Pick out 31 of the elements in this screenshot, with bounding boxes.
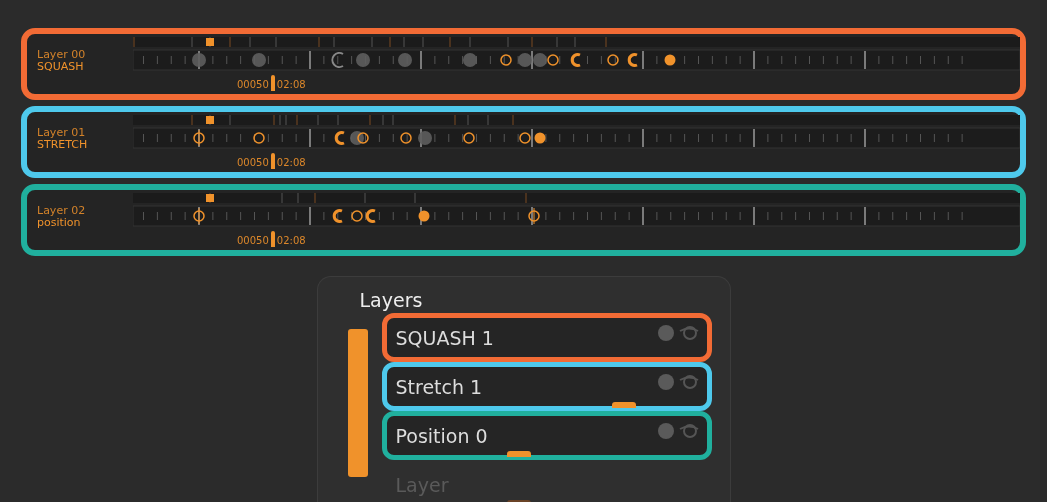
layer-item[interactable]: SQUASH 1: [381, 313, 712, 362]
playhead[interactable]: [270, 75, 275, 91]
layer-name: position: [37, 217, 82, 229]
time-code: 02:08: [276, 235, 306, 247]
layer-number: Layer 01: [37, 127, 87, 139]
layer-name: SQUASH: [37, 61, 85, 73]
eye-icon[interactable]: [678, 324, 699, 342]
playhead[interactable]: [270, 231, 275, 247]
time-code: 02:08: [276, 79, 306, 91]
dot-icon[interactable]: [656, 373, 675, 391]
dot-icon[interactable]: [656, 422, 675, 440]
layer-number: Layer 02: [37, 205, 87, 217]
frame-number: 00050: [237, 157, 269, 169]
layer-item-name: Stretch 1: [395, 375, 483, 398]
layer-name: STRETCH: [37, 139, 89, 151]
frame-number: 00050: [237, 235, 269, 247]
eye-icon[interactable]: [678, 422, 699, 440]
dot-icon[interactable]: [656, 324, 675, 342]
layer-item-name: Position 0: [395, 424, 488, 447]
layer-item[interactable]: Stretch 1: [381, 362, 712, 411]
layer-item-name: SQUASH 1: [395, 326, 494, 349]
frame-number: 00050: [237, 79, 269, 91]
layer-item[interactable]: Position 0: [381, 411, 712, 460]
layer-number: Layer 00: [37, 49, 87, 61]
slider-handle[interactable]: [506, 451, 531, 457]
time-code: 02:08: [276, 157, 306, 169]
record-bar[interactable]: [347, 329, 368, 477]
slider-handle[interactable]: [611, 402, 636, 408]
playhead[interactable]: [270, 153, 275, 169]
panel-title: Layers: [358, 289, 424, 311]
eye-icon[interactable]: [678, 373, 699, 391]
